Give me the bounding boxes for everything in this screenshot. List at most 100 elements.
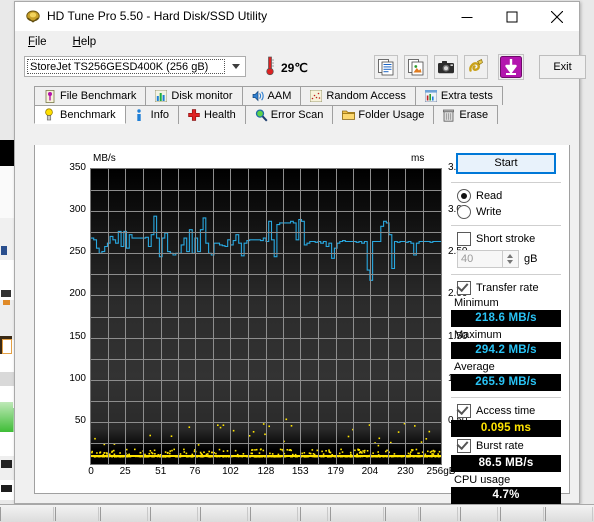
folder-icon — [342, 109, 356, 122]
taskbar-item[interactable] — [460, 507, 498, 521]
tab-file-benchmark[interactable]: File Benchmark — [34, 86, 147, 105]
burst-rate-checkbox[interactable] — [457, 439, 471, 453]
copy-text-button[interactable] — [374, 55, 398, 79]
file-benchmark-icon — [44, 89, 56, 103]
access-time-value: 0.095 ms — [451, 420, 561, 437]
tab-health[interactable]: Health — [178, 105, 246, 124]
grid-line-horizontal — [91, 422, 441, 423]
y2-axis-unit-label: ms — [411, 153, 425, 164]
taskbar-item[interactable] — [545, 507, 593, 521]
tab-error-scan[interactable]: Error Scan — [244, 105, 334, 124]
maximum-value: 294.2 MB/s — [451, 342, 561, 359]
grid-line-horizontal — [91, 401, 441, 402]
benchmark-panel: MB/s ms 35030025020015010050 3.503.002.5… — [34, 145, 570, 504]
y-tick-label: 300 — [69, 204, 86, 216]
taskbar-item[interactable] — [150, 507, 198, 521]
tab-label: Disk monitor — [171, 90, 233, 102]
taskbar-item[interactable] — [300, 507, 328, 521]
tab-row-upper: File Benchmark Disk monitor AAM Random A… — [34, 86, 503, 105]
grid-line-horizontal — [91, 274, 441, 275]
tab-erase[interactable]: Erase — [433, 105, 499, 124]
tab-label: Random Access — [326, 90, 406, 102]
menu-item-help[interactable]: Help — [68, 34, 102, 50]
x-axis-ticks: 0 25 51 76 102 128 153 179 204 230 256gB — [53, 466, 457, 482]
radio-write-indicator[interactable] — [457, 205, 471, 219]
checkbox-short-stroke[interactable]: Short stroke — [457, 232, 561, 246]
tab-benchmark[interactable]: Benchmark — [34, 105, 126, 124]
radio-write[interactable]: Write — [457, 205, 561, 219]
divider — [451, 274, 561, 275]
chevron-down-icon[interactable] — [227, 57, 245, 76]
short-stroke-input[interactable]: 40 — [457, 250, 519, 268]
short-stroke-unit: gB — [524, 253, 538, 265]
screenshot-button[interactable] — [434, 55, 458, 79]
temperature-display: 29℃ — [265, 56, 308, 79]
controls-panel: Start Read Write Short stroke 40 gB Tran… — [451, 153, 561, 504]
tab-label: Info — [150, 109, 169, 121]
checkbox-access-time[interactable]: Access time — [457, 404, 561, 418]
y-tick-label: 150 — [69, 330, 86, 342]
minimum-label: Minimum — [454, 297, 499, 309]
maximize-button[interactable] — [489, 2, 534, 31]
tab-label: AAM — [267, 90, 292, 102]
taskbar[interactable] — [0, 504, 594, 522]
options-button[interactable] — [464, 55, 488, 79]
transfer-rate-checkbox[interactable] — [457, 281, 471, 295]
taskbar-item[interactable] — [55, 507, 99, 521]
menu-bar: File Help — [15, 31, 579, 53]
taskbar-item[interactable] — [385, 507, 419, 521]
y-tick-label: 50 — [74, 414, 86, 426]
radio-read-indicator[interactable] — [457, 189, 471, 203]
exit-button[interactable]: Exit — [539, 55, 586, 79]
drive-select[interactable]: StoreJet TS256GESD400K (256 gB) — [24, 56, 246, 77]
tab-info[interactable]: Info — [124, 105, 179, 124]
access-time-label: Access time — [476, 405, 536, 417]
cpu-usage-label: CPU usage — [454, 474, 511, 486]
grid-line-horizontal — [91, 295, 441, 296]
access-time-checkbox[interactable] — [457, 404, 471, 418]
hd-tune-window: HD Tune Pro 5.50 - Hard Disk/SSD Utility… — [14, 1, 586, 504]
bg-artifact — [1, 485, 12, 492]
tab-folder-usage[interactable]: Folder Usage — [332, 105, 435, 124]
title-bar[interactable]: HD Tune Pro 5.50 - Hard Disk/SSD Utility — [15, 2, 579, 31]
taskbar-item[interactable] — [200, 507, 248, 521]
grid-line-horizontal — [91, 359, 441, 360]
tab-extra-tests[interactable]: Extra tests — [414, 86, 503, 105]
grid-line-horizontal — [91, 253, 441, 254]
trash-icon — [443, 109, 455, 122]
checkbox-transfer-rate[interactable]: Transfer rate — [457, 281, 561, 295]
save-download-button[interactable] — [498, 54, 524, 80]
spinner-icon[interactable] — [502, 251, 518, 267]
tab-random-access[interactable]: Random Access — [300, 86, 416, 105]
short-stroke-checkbox[interactable] — [457, 232, 471, 246]
close-button[interactable] — [534, 2, 579, 31]
chart-plot-area — [90, 168, 442, 465]
taskbar-item[interactable] — [330, 507, 384, 521]
info-icon — [135, 108, 147, 122]
maximum-label: Maximum — [454, 329, 502, 341]
short-stroke-size-row: 40 gB — [457, 250, 561, 268]
taskbar-item[interactable] — [250, 507, 298, 521]
taskbar-item[interactable] — [420, 507, 458, 521]
tab-row-lower: Benchmark Info Health Error Scan Folder … — [34, 105, 499, 124]
grid-line-horizontal — [91, 190, 441, 191]
minimize-button[interactable] — [444, 2, 489, 31]
background-window-strip[interactable] — [0, 140, 15, 500]
tab-label: Extra tests — [440, 90, 493, 102]
menu-item-file[interactable]: File — [23, 34, 52, 50]
copy-image-button[interactable] — [404, 55, 428, 79]
radio-read[interactable]: Read — [457, 189, 561, 203]
radio-write-label: Write — [476, 206, 502, 218]
grid-line-horizontal — [91, 232, 441, 233]
taskbar-item[interactable] — [0, 507, 54, 521]
tab-disk-monitor[interactable]: Disk monitor — [145, 86, 243, 105]
y-axis-unit-label: MB/s — [93, 153, 116, 164]
taskbar-item[interactable] — [500, 507, 544, 521]
bg-artifact — [1, 290, 11, 297]
start-button[interactable]: Start — [456, 153, 556, 174]
taskbar-item[interactable] — [100, 507, 148, 521]
checkbox-burst-rate[interactable]: Burst rate — [457, 439, 561, 453]
transfer-rate-label: Transfer rate — [476, 282, 539, 294]
minimum-value: 218.6 MB/s — [451, 310, 561, 327]
tab-aam[interactable]: AAM — [241, 86, 302, 105]
